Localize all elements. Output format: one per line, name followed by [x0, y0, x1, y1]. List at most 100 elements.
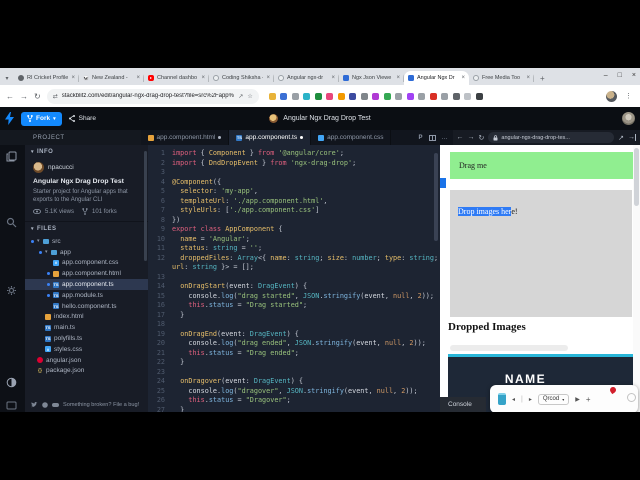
- github-icon[interactable]: [42, 402, 48, 408]
- browser-tab[interactable]: Ngx Json Viewe×: [339, 71, 404, 85]
- extension-icon[interactable]: [338, 93, 345, 100]
- url-text[interactable]: stackblitz.com/edit/angular-ngx-drag-dro…: [62, 93, 235, 99]
- extension-icon[interactable]: [464, 93, 471, 100]
- file-tree-item[interactable]: app.component.html: [25, 268, 148, 279]
- widget-next-button[interactable]: ▸: [529, 396, 532, 403]
- file-tree-item[interactable]: TSmain.ts: [25, 322, 148, 333]
- editor-tab[interactable]: TSapp.component.ts: [229, 130, 311, 145]
- browser-tab[interactable]: Angular Ngx Dr×: [404, 71, 469, 85]
- editor-tab[interactable]: app.component.html: [141, 130, 230, 145]
- pin-icon[interactable]: [609, 386, 617, 394]
- share-button[interactable]: Share: [69, 115, 96, 122]
- browser-forward-icon[interactable]: →: [20, 92, 28, 101]
- fork-button[interactable]: Fork▾: [21, 112, 62, 126]
- widget-circle-icon[interactable]: [627, 393, 636, 402]
- editor-scrollbar[interactable]: [434, 153, 438, 241]
- project-panel-label[interactable]: PROJECT: [0, 130, 141, 145]
- files-section-header[interactable]: ▾ FILES: [25, 222, 148, 235]
- extension-icon[interactable]: [430, 93, 437, 100]
- embed-view-icon[interactable]: [6, 401, 17, 410]
- tab-search-icon[interactable]: ▾: [0, 75, 14, 85]
- file-tree-item[interactable]: {}package.json: [25, 366, 148, 377]
- drag-me-box[interactable]: Drag me: [450, 152, 633, 179]
- more-actions-icon[interactable]: …: [442, 135, 448, 141]
- tab-close-icon[interactable]: ×: [201, 75, 205, 81]
- browser-tab[interactable]: Coding Shiksha -×: [209, 71, 274, 85]
- console-toggle[interactable]: Console: [440, 397, 486, 412]
- info-section-header[interactable]: ▾ INFO: [25, 145, 148, 158]
- file-tree-item[interactable]: TSapp.module.ts: [25, 290, 148, 301]
- settings-gear-icon[interactable]: [6, 285, 17, 296]
- preview-forward-icon[interactable]: →: [468, 134, 475, 141]
- extension-icon[interactable]: [407, 93, 414, 100]
- tab-close-icon[interactable]: ×: [331, 75, 335, 81]
- search-icon[interactable]: [6, 217, 17, 228]
- window-minimize-button[interactable]: –: [604, 72, 608, 79]
- tab-close-icon[interactable]: ×: [396, 75, 400, 81]
- split-editor-icon[interactable]: [429, 135, 436, 141]
- device-icon[interactable]: [498, 393, 506, 405]
- file-tree-item[interactable]: TShello.component.ts: [25, 301, 148, 312]
- new-tab-button[interactable]: +: [540, 74, 545, 85]
- preview-url-bar[interactable]: angular-ngx-drag-drop-tes...: [488, 132, 614, 143]
- browser-reload-icon[interactable]: ↻: [34, 92, 41, 101]
- stackblitz-logo-icon[interactable]: [5, 112, 14, 125]
- tab-close-icon[interactable]: ×: [461, 75, 465, 81]
- extension-icon[interactable]: [269, 93, 276, 100]
- theme-toggle-icon[interactable]: [6, 377, 17, 388]
- file-tree-item[interactable]: index.html: [25, 312, 148, 323]
- twitter-icon[interactable]: [31, 402, 38, 408]
- tab-close-icon[interactable]: ×: [526, 75, 530, 81]
- browser-profile-avatar[interactable]: [606, 91, 617, 102]
- browser-tab[interactable]: Free Media Too×: [469, 71, 534, 85]
- bookmark-star-icon[interactable]: ☆: [247, 93, 252, 100]
- widget-add-button[interactable]: +: [586, 395, 591, 404]
- file-tree-item[interactable]: angular.json: [25, 355, 148, 366]
- file-tree-item[interactable]: TSapp.component.ts: [25, 279, 148, 290]
- browser-tab[interactable]: WNew Zealand -×: [79, 71, 144, 85]
- browser-tab[interactable]: Channel dashbo×: [144, 71, 209, 85]
- widget-play-button[interactable]: ▶: [575, 396, 580, 403]
- browser-back-icon[interactable]: ←: [6, 92, 14, 101]
- window-close-button[interactable]: ×: [632, 72, 636, 79]
- code-editor[interactable]: 1import { Component } from '@angular/cor…: [148, 145, 440, 412]
- dock-preview-icon[interactable]: →: [628, 134, 636, 141]
- open-external-icon[interactable]: ↗: [238, 93, 243, 100]
- drop-zone[interactable]: Drop images here!: [450, 190, 632, 317]
- extension-icon[interactable]: [361, 93, 368, 100]
- extension-icon[interactable]: [453, 93, 460, 100]
- widget-prev-button[interactable]: ◂: [512, 396, 515, 403]
- tab-close-icon[interactable]: ×: [136, 75, 140, 81]
- horizontal-scrollbar[interactable]: [450, 345, 568, 351]
- extension-icon[interactable]: [372, 93, 379, 100]
- preview-scrollbar[interactable]: [633, 145, 640, 412]
- omnibox[interactable]: ⇄ stackblitz.com/edit/angular-ngx-drag-d…: [47, 89, 259, 104]
- browser-menu-icon[interactable]: ⋮: [623, 92, 634, 100]
- file-a-bug-link[interactable]: Something broken? File a bug!: [63, 402, 139, 408]
- extension-icon[interactable]: [315, 93, 322, 100]
- window-maximize-button[interactable]: □: [618, 72, 622, 79]
- tab-close-icon[interactable]: ×: [71, 75, 75, 81]
- sidebar-scrollbar[interactable]: [144, 151, 147, 261]
- extension-icon[interactable]: [476, 93, 483, 100]
- preview-back-icon[interactable]: ←: [457, 134, 464, 141]
- extension-icon[interactable]: [280, 93, 287, 100]
- extension-icon[interactable]: [292, 93, 299, 100]
- discord-icon[interactable]: [52, 402, 59, 408]
- file-tree-item[interactable]: #styles.css: [25, 344, 148, 355]
- extension-icon[interactable]: [441, 93, 448, 100]
- browser-tab[interactable]: RI Cricket Profile×: [14, 71, 79, 85]
- extension-icon[interactable]: [326, 93, 333, 100]
- user-avatar[interactable]: [622, 112, 635, 125]
- preview-reload-icon[interactable]: ↻: [479, 134, 485, 142]
- files-panel-icon[interactable]: [6, 151, 17, 162]
- tab-close-icon[interactable]: ×: [266, 75, 270, 81]
- extension-icon[interactable]: [384, 93, 391, 100]
- author-avatar[interactable]: [33, 162, 44, 173]
- extension-icon[interactable]: [395, 93, 402, 100]
- file-tree-item[interactable]: TSpolyfills.ts: [25, 333, 148, 344]
- extension-icon[interactable]: [349, 93, 356, 100]
- author-name[interactable]: npacucci: [48, 164, 74, 171]
- preview-open-external-icon[interactable]: ↗: [618, 134, 624, 142]
- file-tree-item[interactable]: ▾src: [25, 236, 148, 247]
